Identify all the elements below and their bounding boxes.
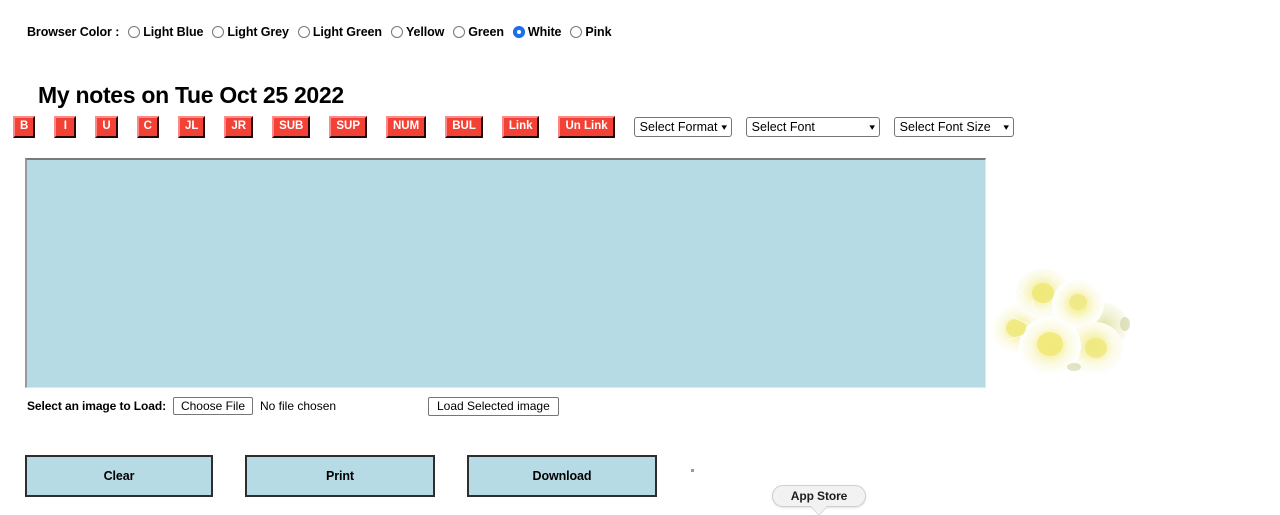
app-store-tooltip-label: App Store — [791, 489, 847, 503]
radio-icon-white[interactable] — [513, 26, 525, 38]
select-font-value: Select Font — [752, 120, 865, 134]
radio-label-green: Green — [468, 25, 504, 39]
center-button[interactable]: C — [137, 116, 159, 138]
radio-icon-green[interactable] — [453, 26, 465, 38]
radio-label-light-blue: Light Blue — [143, 25, 203, 39]
justify-right-button[interactable]: JR — [224, 116, 253, 138]
select-format-value: Select Format — [640, 120, 718, 134]
app-store-tooltip[interactable]: App Store — [772, 485, 866, 507]
radio-icon-light-green[interactable] — [298, 26, 310, 38]
radio-icon-pink[interactable] — [570, 26, 582, 38]
underline-button[interactable]: U — [95, 116, 117, 138]
clear-button[interactable]: Clear — [25, 455, 213, 497]
chevron-down-icon: ▾ — [1004, 123, 1010, 132]
radio-option-yellow[interactable]: Yellow — [391, 25, 444, 39]
bold-button[interactable]: B — [13, 116, 35, 138]
radio-label-light-grey: Light Grey — [227, 25, 289, 39]
select-format-dropdown[interactable]: Select Format ▾ — [634, 117, 732, 137]
stray-dot-marker — [691, 469, 694, 472]
load-selected-image-button[interactable]: Load Selected image — [428, 397, 559, 416]
radio-icon-light-grey[interactable] — [212, 26, 224, 38]
radio-option-green[interactable]: Green — [453, 25, 504, 39]
radio-label-yellow: Yellow — [406, 25, 444, 39]
radio-option-white[interactable]: White — [513, 25, 562, 39]
select-font-size-dropdown[interactable]: Select Font Size ▾ — [894, 117, 1014, 137]
image-load-row: Select an image to Load: Choose File No … — [27, 397, 336, 415]
bulleted-list-button[interactable]: BUL — [445, 116, 483, 138]
italic-button[interactable]: I — [54, 116, 76, 138]
page-title: My notes on Tue Oct 25 2022 — [38, 80, 344, 110]
print-button[interactable]: Print — [245, 455, 435, 497]
select-image-label: Select an image to Load: — [27, 399, 166, 413]
choose-file-button[interactable]: Choose File — [173, 397, 253, 415]
radio-icon-yellow[interactable] — [391, 26, 403, 38]
radio-icon-light-blue[interactable] — [128, 26, 140, 38]
chevron-down-icon: ▾ — [722, 123, 728, 132]
radio-label-light-green: Light Green — [313, 25, 382, 39]
notes-editor[interactable] — [25, 158, 986, 388]
radio-label-pink: Pink — [585, 25, 611, 39]
flowers-image — [988, 266, 1134, 382]
select-font-dropdown[interactable]: Select Font ▾ — [746, 117, 880, 137]
browser-color-selector: Browser Color : Light Blue Light Grey Li… — [27, 23, 620, 41]
radio-option-light-green[interactable]: Light Green — [298, 25, 382, 39]
radio-option-light-blue[interactable]: Light Blue — [128, 25, 203, 39]
numbered-list-button[interactable]: NUM — [386, 116, 426, 138]
subscript-button[interactable]: SUB — [272, 116, 310, 138]
radio-option-light-grey[interactable]: Light Grey — [212, 25, 289, 39]
no-file-chosen-text: No file chosen — [260, 399, 336, 413]
radio-option-pink[interactable]: Pink — [570, 25, 611, 39]
link-button[interactable]: Link — [502, 116, 540, 138]
chevron-down-icon: ▾ — [870, 123, 876, 132]
justify-left-button[interactable]: JL — [178, 116, 205, 138]
download-button[interactable]: Download — [467, 455, 657, 497]
unlink-button[interactable]: Un Link — [558, 116, 614, 138]
radio-label-white: White — [528, 25, 562, 39]
browser-color-label: Browser Color : — [27, 25, 119, 39]
select-font-size-value: Select Font Size — [900, 120, 999, 134]
tooltip-arrow-icon — [810, 505, 828, 515]
superscript-button[interactable]: SUP — [329, 116, 367, 138]
formatting-toolbar: B I U C JL JR SUB SUP NUM BUL Link Un Li… — [13, 115, 1028, 139]
